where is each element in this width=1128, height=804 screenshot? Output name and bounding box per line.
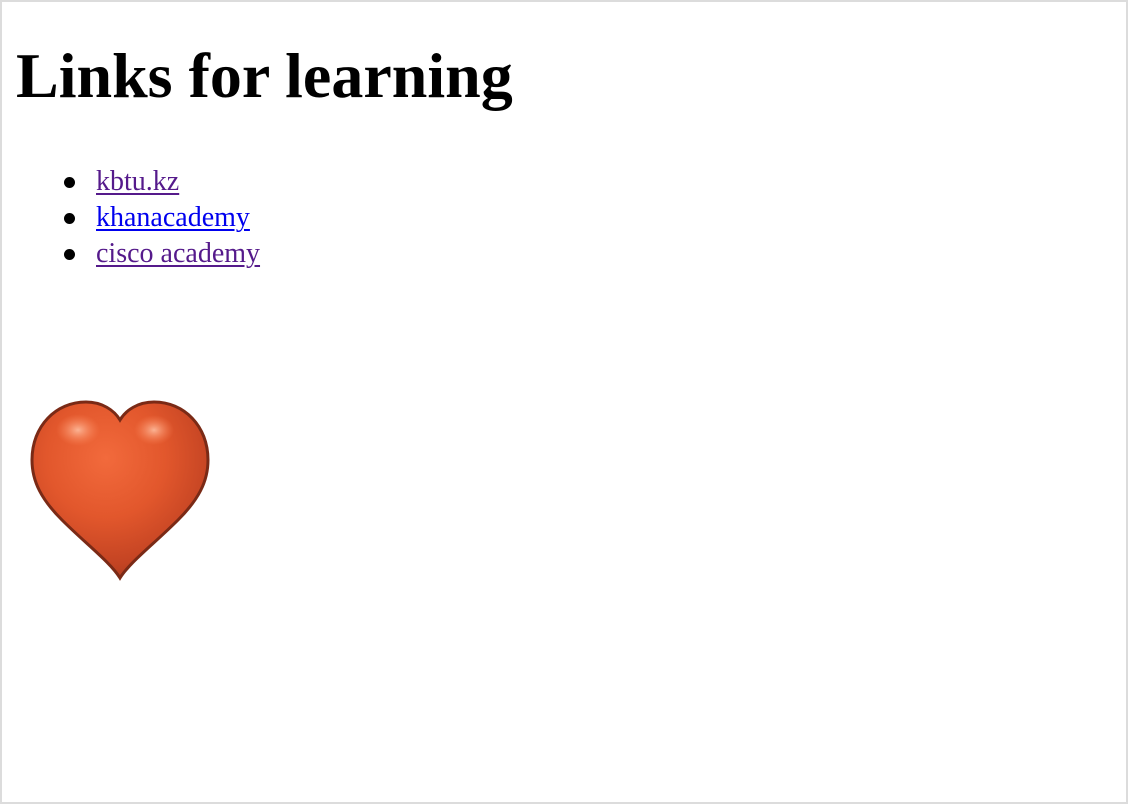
list-item: cisco academy bbox=[58, 236, 260, 272]
heart-icon bbox=[30, 400, 210, 581]
browser-page: Links for learning kbtu.kz khanacademy c… bbox=[0, 0, 1128, 804]
bullet-icon bbox=[64, 213, 75, 224]
bullet-icon bbox=[64, 249, 75, 260]
list-item: khanacademy bbox=[58, 200, 260, 236]
link-khanacademy[interactable]: khanacademy bbox=[96, 202, 250, 233]
list-item: kbtu.kz bbox=[58, 164, 260, 200]
learning-links-list: kbtu.kz khanacademy cisco academy bbox=[58, 164, 260, 272]
link-kbtu[interactable]: kbtu.kz bbox=[96, 166, 179, 197]
link-cisco-academy[interactable]: cisco academy bbox=[96, 238, 260, 269]
page-title: Links for learning bbox=[16, 40, 513, 111]
bullet-icon bbox=[64, 177, 75, 188]
